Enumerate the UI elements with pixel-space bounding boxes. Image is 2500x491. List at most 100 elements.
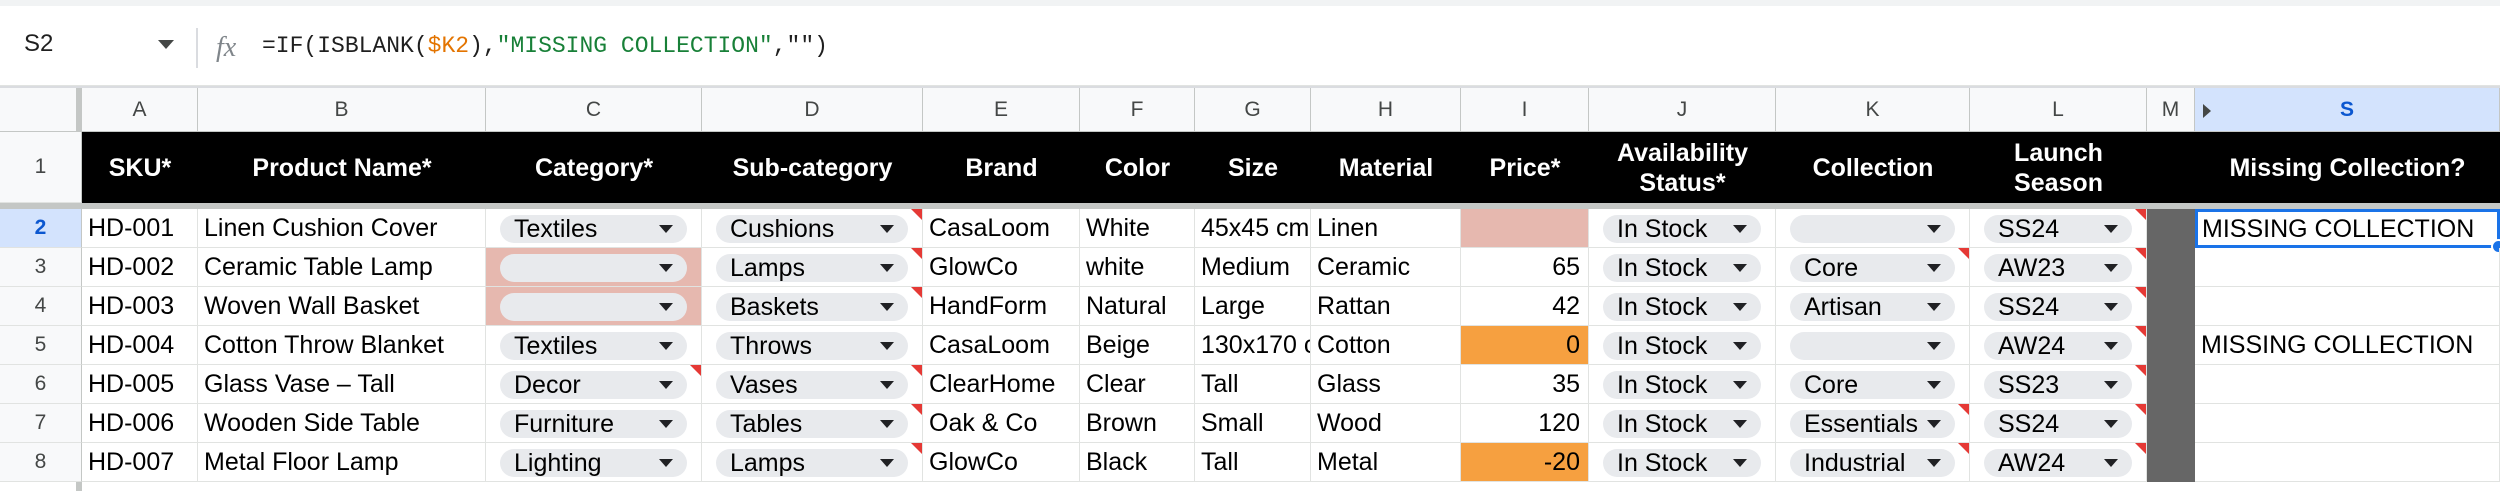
- collection-dropdown-chip[interactable]: [1790, 332, 1955, 360]
- cell-size[interactable]: 45x45 cm: [1195, 209, 1311, 248]
- collection-dropdown-chip[interactable]: Essentials: [1790, 410, 1955, 438]
- header-cell-size[interactable]: Size: [1195, 132, 1311, 203]
- subcategory-dropdown-chip[interactable]: Tables: [716, 410, 908, 438]
- header-cell-m[interactable]: [2147, 132, 2195, 203]
- cell-size[interactable]: Large: [1195, 287, 1311, 326]
- column-header-I[interactable]: I: [1461, 88, 1589, 132]
- cell-availability[interactable]: In Stock: [1589, 209, 1776, 248]
- cell-season[interactable]: AW24: [1970, 443, 2147, 482]
- header-cell-sku[interactable]: SKU*: [82, 132, 198, 203]
- cell-subcategory[interactable]: Vases: [702, 365, 923, 404]
- cell-category[interactable]: Furniture: [486, 404, 702, 443]
- cell-sku[interactable]: HD-004: [82, 326, 198, 365]
- dropdown-arrow-icon[interactable]: [2104, 459, 2118, 467]
- cell-collection[interactable]: [1776, 326, 1970, 365]
- header-cell-missing[interactable]: Missing Collection?: [2195, 132, 2500, 203]
- availability-dropdown-chip[interactable]: In Stock: [1603, 449, 1761, 477]
- header-cell-color[interactable]: Color: [1080, 132, 1195, 203]
- season-dropdown-chip[interactable]: SS24: [1984, 293, 2132, 321]
- dropdown-arrow-icon[interactable]: [659, 420, 673, 428]
- cell-size[interactable]: 130x170 cm: [1195, 326, 1311, 365]
- header-cell-category[interactable]: Category*: [486, 132, 702, 203]
- cell-color[interactable]: Clear: [1080, 365, 1195, 404]
- dropdown-arrow-icon[interactable]: [1733, 420, 1747, 428]
- cell-sku[interactable]: HD-001: [82, 209, 198, 248]
- cell-price[interactable]: 0: [1461, 326, 1589, 365]
- cell-size[interactable]: Tall: [1195, 365, 1311, 404]
- cell-material[interactable]: Glass: [1311, 365, 1461, 404]
- cell-color[interactable]: white: [1080, 248, 1195, 287]
- dropdown-arrow-icon[interactable]: [659, 381, 673, 389]
- cell-category[interactable]: [486, 248, 702, 287]
- dropdown-arrow-icon[interactable]: [659, 225, 673, 233]
- dropdown-arrow-icon[interactable]: [2104, 381, 2118, 389]
- cell-season[interactable]: SS24: [1970, 287, 2147, 326]
- subcategory-dropdown-chip[interactable]: Baskets: [716, 293, 908, 321]
- column-header-B[interactable]: B: [198, 88, 486, 132]
- cell-color[interactable]: Black: [1080, 443, 1195, 482]
- cell-season[interactable]: SS23: [1970, 365, 2147, 404]
- subcategory-dropdown-chip[interactable]: Lamps: [716, 254, 908, 282]
- cell-missing[interactable]: MISSING COLLECTION: [2195, 209, 2500, 248]
- expand-hidden-columns-icon[interactable]: [2203, 104, 2211, 118]
- cell-missing[interactable]: [2195, 287, 2500, 326]
- cell-subcategory[interactable]: Throws: [702, 326, 923, 365]
- column-header-G[interactable]: G: [1195, 88, 1311, 132]
- dropdown-arrow-icon[interactable]: [2104, 420, 2118, 428]
- dropdown-arrow-icon[interactable]: [1733, 381, 1747, 389]
- cell-size[interactable]: Small: [1195, 404, 1311, 443]
- dropdown-arrow-icon[interactable]: [659, 264, 673, 272]
- cell-price[interactable]: 120: [1461, 404, 1589, 443]
- cell-season[interactable]: AW23: [1970, 248, 2147, 287]
- name-box[interactable]: S2: [24, 30, 53, 58]
- cell-category[interactable]: Textiles: [486, 326, 702, 365]
- name-box-dropdown-icon[interactable]: [158, 40, 174, 49]
- cell-material[interactable]: Ceramic: [1311, 248, 1461, 287]
- cell-season[interactable]: AW24: [1970, 326, 2147, 365]
- dropdown-arrow-icon[interactable]: [1733, 264, 1747, 272]
- subcategory-dropdown-chip[interactable]: Vases: [716, 371, 908, 399]
- row-header-6[interactable]: 6: [0, 365, 82, 404]
- cell-color[interactable]: Beige: [1080, 326, 1195, 365]
- cell-sku[interactable]: HD-003: [82, 287, 198, 326]
- availability-dropdown-chip[interactable]: In Stock: [1603, 410, 1761, 438]
- column-header-S[interactable]: S: [2195, 88, 2500, 132]
- row-header-2[interactable]: 2: [0, 209, 82, 248]
- cell-missing[interactable]: MISSING COLLECTION: [2195, 326, 2500, 365]
- cell-name[interactable]: Cotton Throw Blanket: [198, 326, 486, 365]
- column-header-D[interactable]: D: [702, 88, 923, 132]
- availability-dropdown-chip[interactable]: In Stock: [1603, 215, 1761, 243]
- dropdown-arrow-icon[interactable]: [1927, 420, 1941, 428]
- column-header-F[interactable]: F: [1080, 88, 1195, 132]
- header-cell-price[interactable]: Price*: [1461, 132, 1589, 203]
- dropdown-arrow-icon[interactable]: [1927, 342, 1941, 350]
- header-cell-availability[interactable]: Availability Status*: [1589, 132, 1776, 203]
- column-header-M[interactable]: M: [2147, 88, 2195, 132]
- dropdown-arrow-icon[interactable]: [659, 342, 673, 350]
- cell-name[interactable]: Linen Cushion Cover: [198, 209, 486, 248]
- cell-brand[interactable]: GlowCo: [923, 443, 1080, 482]
- cell-missing[interactable]: [2195, 248, 2500, 287]
- cell-color[interactable]: White: [1080, 209, 1195, 248]
- category-dropdown-chip[interactable]: Textiles: [500, 332, 687, 360]
- cell-size[interactable]: Tall: [1195, 443, 1311, 482]
- cell-category[interactable]: Textiles: [486, 209, 702, 248]
- cell-name[interactable]: Glass Vase – Tall: [198, 365, 486, 404]
- season-dropdown-chip[interactable]: SS24: [1984, 215, 2132, 243]
- header-cell-season[interactable]: Launch Season: [1970, 132, 2147, 203]
- subcategory-dropdown-chip[interactable]: Lamps: [716, 449, 908, 477]
- column-header-K[interactable]: K: [1776, 88, 1970, 132]
- cell-missing[interactable]: [2195, 404, 2500, 443]
- category-dropdown-chip[interactable]: [500, 254, 687, 282]
- cell-brand[interactable]: ClearHome: [923, 365, 1080, 404]
- season-dropdown-chip[interactable]: AW24: [1984, 449, 2132, 477]
- column-header-H[interactable]: H: [1311, 88, 1461, 132]
- row-header-8[interactable]: 8: [0, 443, 82, 482]
- dropdown-arrow-icon[interactable]: [880, 264, 894, 272]
- dropdown-arrow-icon[interactable]: [2104, 264, 2118, 272]
- cell-season[interactable]: SS24: [1970, 404, 2147, 443]
- cell-size[interactable]: Medium: [1195, 248, 1311, 287]
- season-dropdown-chip[interactable]: AW23: [1984, 254, 2132, 282]
- dropdown-arrow-icon[interactable]: [1733, 225, 1747, 233]
- cell-material[interactable]: Wood: [1311, 404, 1461, 443]
